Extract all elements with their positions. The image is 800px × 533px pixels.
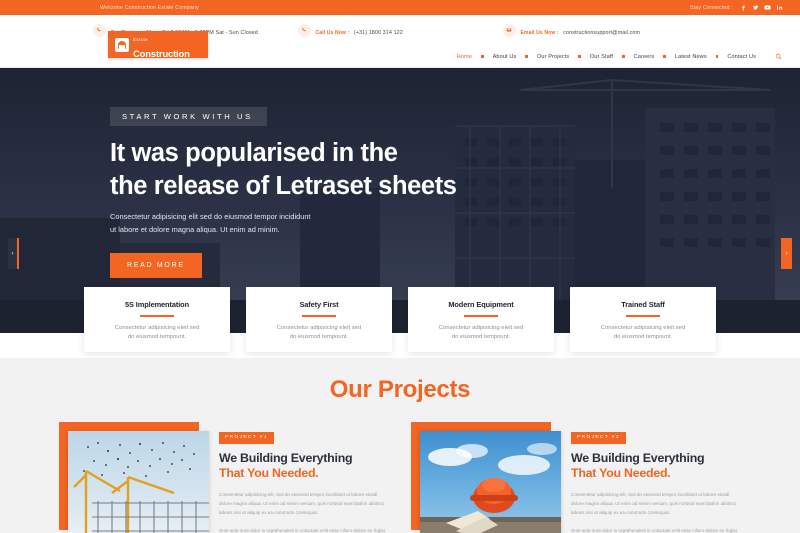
logo-title: Construction <box>133 48 190 60</box>
feature-card-text: Consectetur adipisicing eleit sed do eiu… <box>115 324 199 343</box>
feature-card-divider <box>626 315 660 317</box>
projects-section: Our Projects PROJECT #1 We Building Ever… <box>0 358 800 533</box>
nav-links: Home About Us Our Projects Our Staff Car… <box>448 53 800 60</box>
twitter-icon[interactable] <box>752 4 759 11</box>
feature-card-divider <box>302 315 336 317</box>
logo-subtitle: Estate <box>133 36 148 42</box>
project-card: PROJECT #2 We Building Everything That Y… <box>411 422 741 533</box>
carousel-next-button[interactable]: › <box>781 238 792 269</box>
feature-card-text-line2: do eiusmod tempount. <box>289 334 349 341</box>
project-paragraph-1: Consectetur adipisicing elit, sed do eiu… <box>219 492 385 516</box>
project-badge: PROJECT #2 <box>571 431 626 444</box>
feature-card[interactable]: Safety First Consectetur adipisicing ele… <box>246 287 392 352</box>
contact-info-item: Email Us Now : constructionsupport@mail.… <box>502 21 708 39</box>
youtube-icon[interactable] <box>764 4 771 11</box>
feature-card[interactable]: 5S Implementation Consectetur adipisicin… <box>84 287 230 352</box>
feature-card[interactable]: Trained Staff Consectetur adipisicing el… <box>570 287 716 352</box>
feature-card-text: Consectetur adipisicing eleit sed do eiu… <box>601 324 685 343</box>
social-links-group: Stay Connected : <box>690 4 788 11</box>
hero-title-line2: the release of Letraset sheets <box>110 171 457 200</box>
project-image[interactable] <box>420 431 561 533</box>
feature-card-text-line2: do eiusmod tempount. <box>127 334 187 341</box>
hero-content: START WORK WITH US It was popularised in… <box>110 106 457 279</box>
feature-card[interactable]: Modern Equipment Consectetur adipisicing… <box>408 287 554 352</box>
project-paragraph-2: Duis aute irure dolor in reprehenderit i… <box>571 528 737 533</box>
house-icon <box>115 37 129 52</box>
hero-title: It was popularised in the the release of… <box>110 137 457 202</box>
feature-cards-row: 5S Implementation Consectetur adipisicin… <box>0 287 800 352</box>
feature-card-title: 5S Implementation <box>124 300 189 309</box>
contact-info-title: Call Us Now : <box>315 30 350 36</box>
feature-card-title: Modern Equipment <box>448 300 514 309</box>
site-logo[interactable]: Estate Construction <box>108 31 208 60</box>
envelope-icon <box>502 23 516 37</box>
feature-card-title: Trained Staff <box>621 300 665 309</box>
hero-paragraph: Consectetur adipisicing elit sed do eius… <box>110 211 457 237</box>
feature-card-text-line1: Consectetur adipisicing eleit sed <box>276 324 362 331</box>
linkedin-icon[interactable] <box>776 4 783 11</box>
project-heading-dark: We Building Everything <box>219 450 353 465</box>
project-heading-dark: We Building Everything <box>571 450 705 465</box>
project-heading-accent: That You Needed. <box>219 466 319 481</box>
feature-card-text-line1: Consectetur adipisicing eleit sed <box>600 324 686 331</box>
project-badge: PROJECT #1 <box>219 431 274 444</box>
hero-paragraph-line1: Consectetur adipisicing elit sed do eius… <box>110 212 311 222</box>
hero-paragraph-line2: ut labore et dolore magna aliqua. Ut eni… <box>110 225 280 235</box>
project-body: PROJECT #1 We Building Everything That Y… <box>219 422 389 533</box>
feature-card-text-line1: Consectetur adipisicing eleit sed <box>114 324 200 331</box>
feature-card-text: Consectetur adipisicing eleit sed do eiu… <box>277 324 361 343</box>
projects-grid: PROJECT #1 We Building Everything That Y… <box>0 422 800 533</box>
contact-info-value: constructionsupport@mail.com <box>563 30 641 36</box>
welcome-message: Welcome Construction Estate Company <box>100 4 199 11</box>
project-paragraph-1: Consectetur adipisicing elit, sed do eiu… <box>571 492 737 516</box>
phone-icon <box>297 23 311 37</box>
feature-card-text-line2: do eiusmod tempount. <box>451 334 511 341</box>
nav-item-about-us[interactable]: About Us <box>484 54 526 60</box>
nav-item-home[interactable]: Home <box>448 54 481 60</box>
project-image[interactable] <box>68 431 209 533</box>
project-heading: We Building Everything That You Needed. <box>571 451 741 483</box>
project-body: PROJECT #2 We Building Everything That Y… <box>571 422 741 533</box>
contact-info-title: Email Us Now : <box>520 30 559 36</box>
nav-item-our-projects[interactable]: Our Projects <box>528 54 578 60</box>
feature-card-title: Safety First <box>299 300 339 309</box>
hero-title-line1: It was popularised in the <box>110 139 398 167</box>
feature-card-text: Consectetur adipisicing eleit sed do eiu… <box>439 324 523 343</box>
project-heading-accent: That You Needed. <box>571 466 671 481</box>
search-icon[interactable] <box>775 53 782 60</box>
main-navigation-bar: Estate Construction Home About Us Our Pr… <box>0 31 800 68</box>
project-image-wrapper <box>411 422 561 533</box>
project-paragraph-2: Duis aute irure dolor in reprehenderit i… <box>219 528 385 533</box>
project-heading: We Building Everything That You Needed. <box>219 451 389 483</box>
feature-card-text-line2: do eiusmod tempount. <box>613 334 673 341</box>
project-card: PROJECT #1 We Building Everything That Y… <box>59 422 389 533</box>
read-more-button[interactable]: READ MORE <box>110 253 202 279</box>
page-root: Welcome Construction Estate Company Stay… <box>0 0 800 533</box>
feature-card-text-line1: Consectetur adipisicing eleit sed <box>438 324 524 331</box>
contact-info-item: Call Us Now : (+31) 1800 314 122 <box>297 21 503 39</box>
hero-eyebrow: START WORK WITH US <box>110 107 267 126</box>
nav-item-careers[interactable]: Careers <box>625 54 664 60</box>
nav-item-our-staff[interactable]: Our Staff <box>581 54 622 60</box>
facebook-icon[interactable] <box>740 4 747 11</box>
feature-card-divider <box>464 315 498 317</box>
phone-icon <box>92 23 106 37</box>
projects-section-title: Our Projects <box>329 376 471 403</box>
stay-connected-label: Stay Connected : <box>690 4 733 11</box>
carousel-prev-button[interactable]: ‹ <box>8 238 19 269</box>
contact-info-value: (+31) 1800 314 122 <box>353 30 403 36</box>
nav-item-contact-us[interactable]: Contact Us <box>718 54 765 60</box>
project-image-wrapper <box>59 422 209 533</box>
nav-item-latest-news[interactable]: Latest News <box>666 54 716 60</box>
feature-card-divider <box>140 315 174 317</box>
top-announcement-bar: Welcome Construction Estate Company Stay… <box>0 0 800 15</box>
